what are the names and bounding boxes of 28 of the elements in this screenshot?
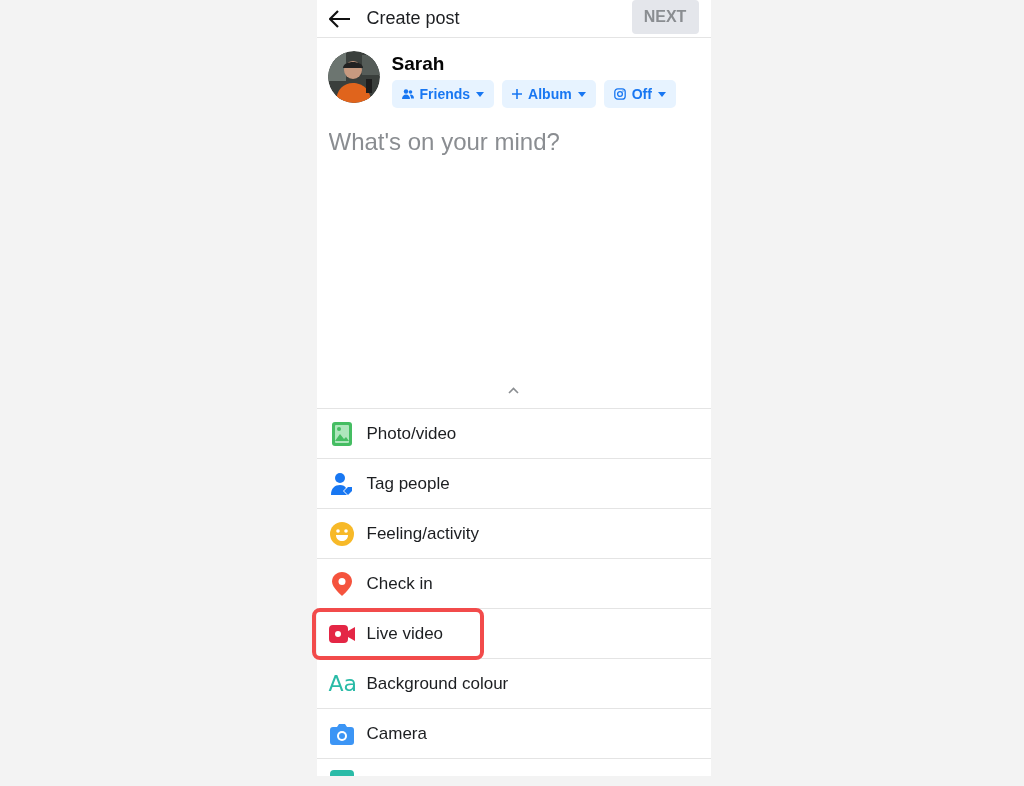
- option-item[interactable]: Photo/video: [366, 420, 457, 447]
- person-tag-icon: [329, 471, 354, 496]
- page-title: Create post: [366, 7, 460, 30]
- video-camera-icon: [328, 623, 355, 644]
- user-name: Sarah: [391, 52, 446, 76]
- audience-chip[interactable]: Album: [502, 80, 596, 108]
- camera-outline-icon: [613, 88, 626, 100]
- option-item[interactable]: Live video: [366, 620, 444, 647]
- smiley-icon: [329, 521, 354, 546]
- location-pin-icon: [331, 571, 352, 596]
- chevron-up-icon[interactable]: [508, 387, 519, 394]
- option-item[interactable]: Tag people: [366, 470, 450, 497]
- option-item[interactable]: Background colour: [366, 670, 509, 697]
- option-item[interactable]: Check in: [366, 570, 433, 597]
- back-arrow-icon[interactable]: [328, 9, 351, 28]
- image-icon: [331, 421, 352, 446]
- plus-icon: [512, 89, 523, 99]
- post-text-field[interactable]: What's on your mind?: [328, 124, 699, 160]
- audience-chip[interactable]: Off: [603, 80, 676, 108]
- text-style-icon: Aa: [328, 672, 355, 695]
- caret-icon: [657, 91, 666, 97]
- option-item[interactable]: Feeling/activity: [366, 520, 479, 547]
- caret-icon: [476, 91, 485, 97]
- audience-chip[interactable]: Friends: [391, 80, 495, 108]
- option-item[interactable]: Camera: [366, 720, 427, 747]
- camera-icon: [329, 722, 354, 745]
- caret-icon: [577, 91, 586, 97]
- people-icon: [401, 89, 414, 99]
